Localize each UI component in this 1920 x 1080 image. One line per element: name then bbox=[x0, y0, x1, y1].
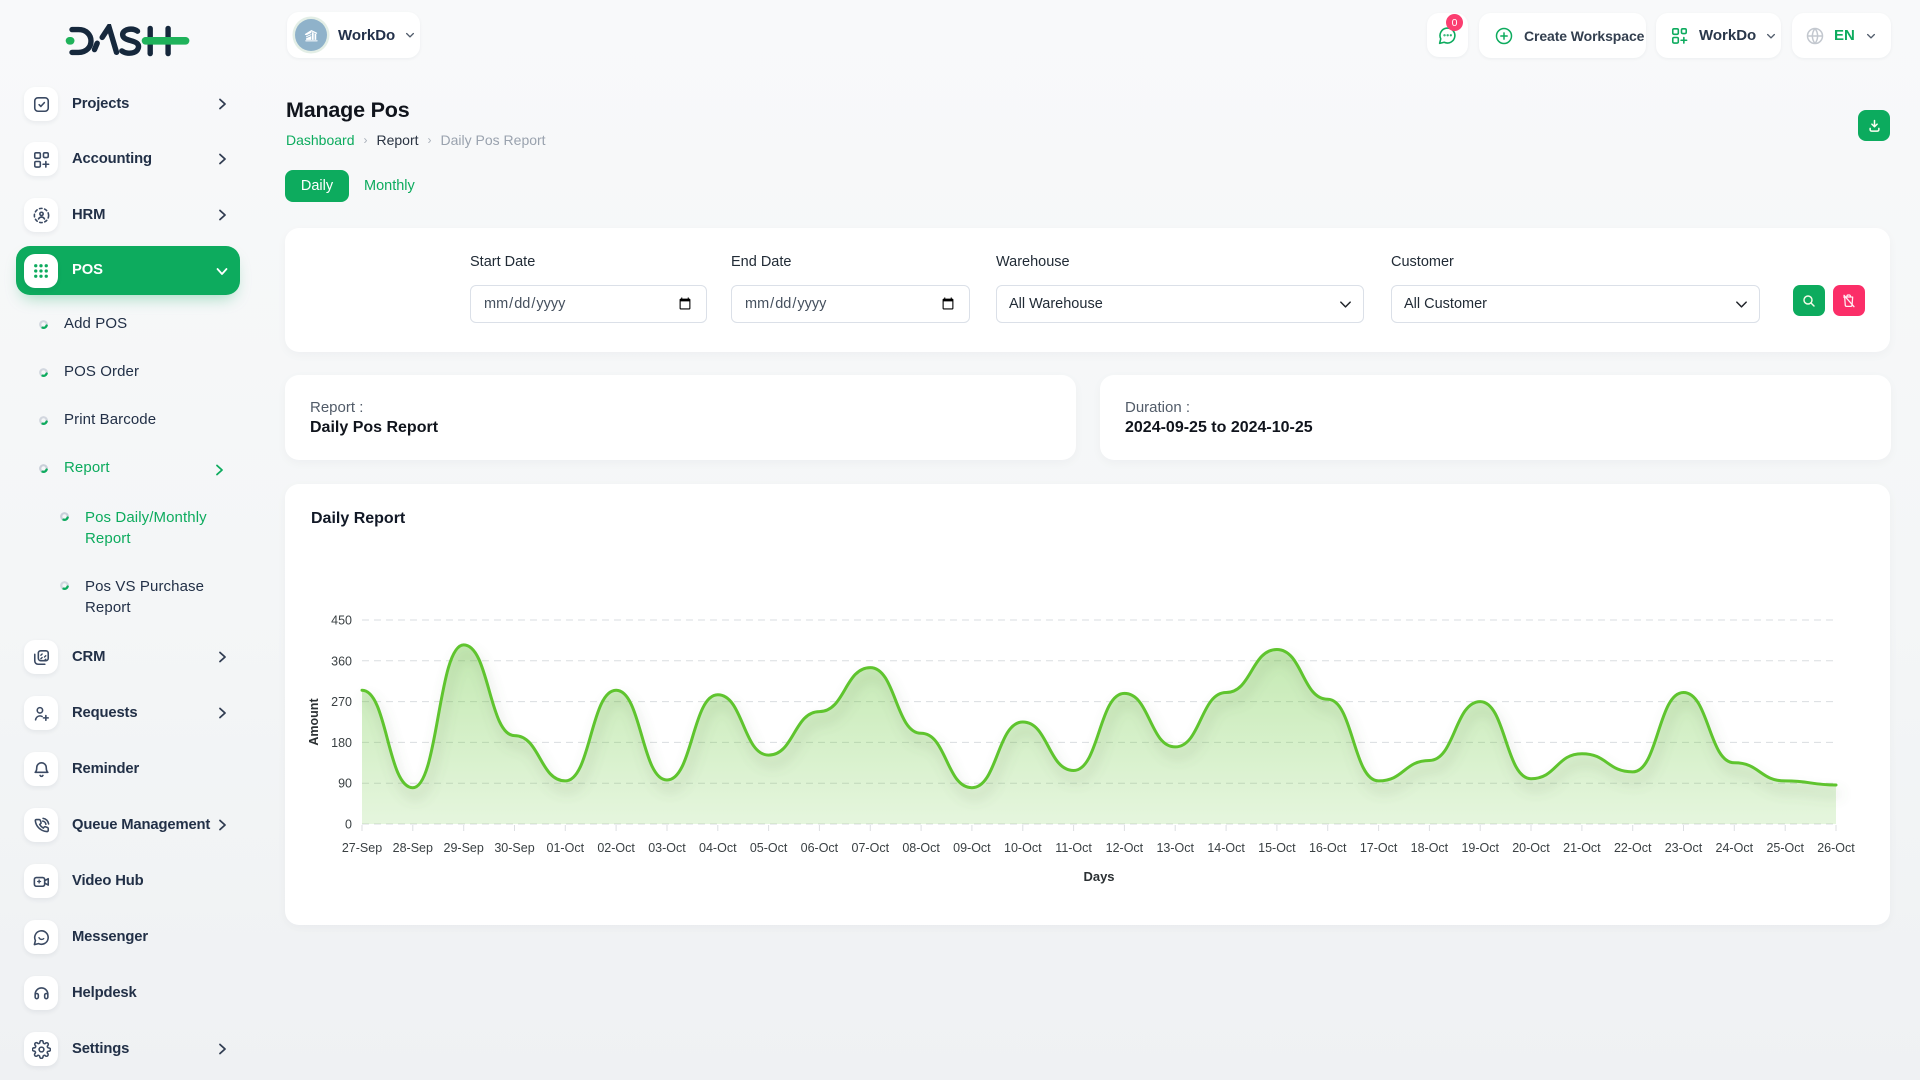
svg-text:14-Oct: 14-Oct bbox=[1207, 841, 1245, 855]
svg-text:29-Sep: 29-Sep bbox=[444, 841, 484, 855]
svg-text:16-Oct: 16-Oct bbox=[1309, 841, 1347, 855]
svg-text:17-Oct: 17-Oct bbox=[1360, 841, 1398, 855]
svg-text:30-Sep: 30-Sep bbox=[494, 841, 534, 855]
svg-text:23-Oct: 23-Oct bbox=[1665, 841, 1703, 855]
svg-text:24-Oct: 24-Oct bbox=[1716, 841, 1754, 855]
svg-text:05-Oct: 05-Oct bbox=[750, 841, 788, 855]
svg-text:01-Oct: 01-Oct bbox=[547, 841, 585, 855]
svg-text:27-Sep: 27-Sep bbox=[342, 841, 382, 855]
svg-text:22-Oct: 22-Oct bbox=[1614, 841, 1652, 855]
svg-text:25-Oct: 25-Oct bbox=[1766, 841, 1804, 855]
svg-text:20-Oct: 20-Oct bbox=[1512, 841, 1550, 855]
svg-text:15-Oct: 15-Oct bbox=[1258, 841, 1296, 855]
svg-text:13-Oct: 13-Oct bbox=[1156, 841, 1194, 855]
svg-text:02-Oct: 02-Oct bbox=[597, 841, 635, 855]
svg-text:10-Oct: 10-Oct bbox=[1004, 841, 1042, 855]
svg-text:180: 180 bbox=[331, 736, 352, 750]
svg-text:90: 90 bbox=[338, 777, 352, 791]
svg-text:26-Oct: 26-Oct bbox=[1817, 841, 1855, 855]
svg-text:360: 360 bbox=[331, 654, 352, 668]
svg-text:Amount: Amount bbox=[307, 698, 321, 746]
svg-text:21-Oct: 21-Oct bbox=[1563, 841, 1601, 855]
svg-text:270: 270 bbox=[331, 695, 352, 709]
svg-text:Days: Days bbox=[1083, 869, 1114, 884]
svg-text:03-Oct: 03-Oct bbox=[648, 841, 686, 855]
svg-text:08-Oct: 08-Oct bbox=[902, 841, 940, 855]
svg-text:12-Oct: 12-Oct bbox=[1106, 841, 1144, 855]
svg-text:19-Oct: 19-Oct bbox=[1461, 841, 1499, 855]
svg-text:06-Oct: 06-Oct bbox=[801, 841, 839, 855]
svg-text:04-Oct: 04-Oct bbox=[699, 841, 737, 855]
svg-text:18-Oct: 18-Oct bbox=[1411, 841, 1449, 855]
svg-text:11-Oct: 11-Oct bbox=[1055, 841, 1092, 855]
svg-text:09-Oct: 09-Oct bbox=[953, 841, 991, 855]
svg-text:450: 450 bbox=[331, 614, 352, 628]
svg-text:0: 0 bbox=[345, 818, 352, 832]
svg-text:07-Oct: 07-Oct bbox=[852, 841, 890, 855]
svg-text:28-Sep: 28-Sep bbox=[393, 841, 433, 855]
